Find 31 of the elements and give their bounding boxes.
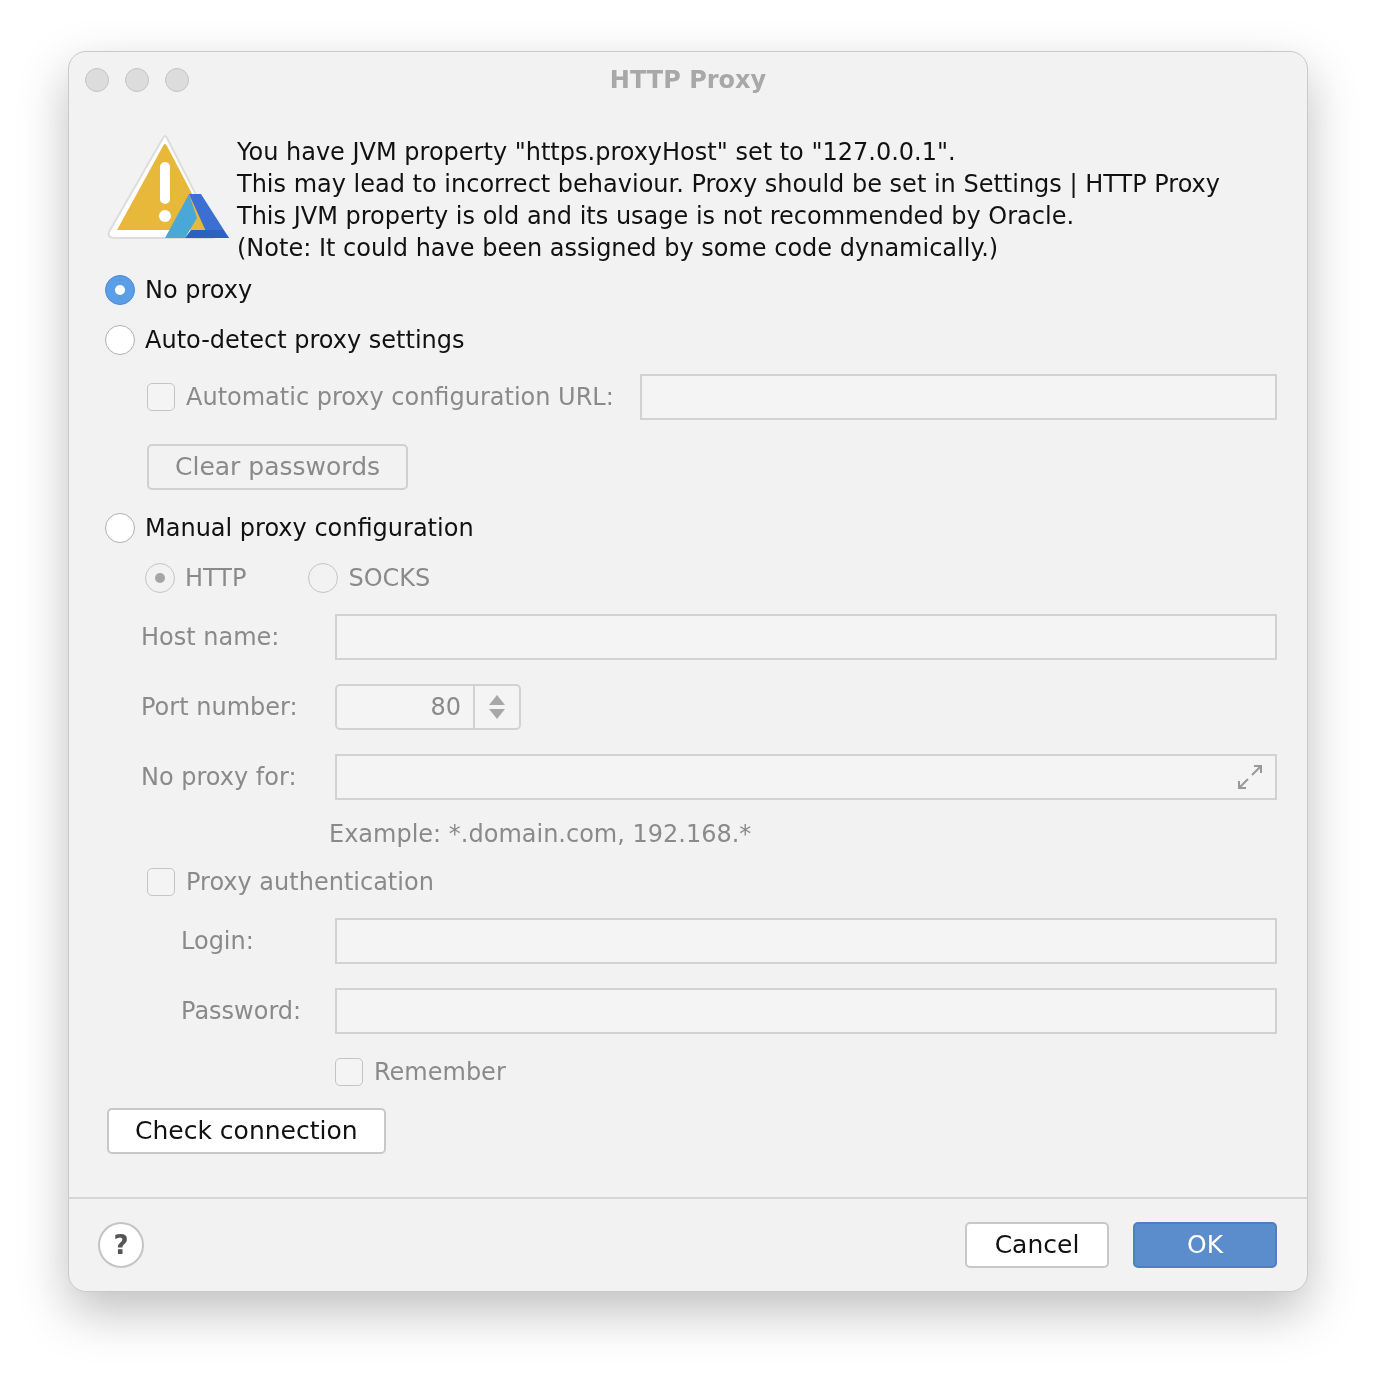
field-label: Port number: [141, 692, 299, 723]
cancel-button[interactable]: Cancel [965, 1222, 1109, 1268]
help-button[interactable]: ? [98, 1222, 144, 1268]
login-field[interactable] [335, 918, 1277, 964]
host-name-field[interactable] [335, 614, 1277, 660]
radio-button[interactable] [105, 325, 135, 355]
window-title: HTTP Proxy [609, 66, 767, 94]
password-field[interactable] [335, 988, 1277, 1034]
warning-text: This may lead to incorrect behaviour. Proxy should be set in Settings | HTTP Proxy [237, 169, 1220, 200]
no-proxy-for-field[interactable] [335, 754, 1277, 800]
url-field[interactable] [639, 374, 1277, 420]
field-label: Password: [181, 996, 303, 1027]
check-connection-button[interactable]: Check connection [107, 1108, 386, 1154]
window-control-button[interactable] [85, 68, 109, 92]
stepper-arrows-icon[interactable] [487, 693, 507, 721]
field-label: Login: [181, 926, 255, 957]
example-hint: Example: *.domain.com, 192.168.* [329, 819, 752, 850]
window-control-button[interactable] [125, 68, 149, 92]
ok-button[interactable]: OK [1133, 1222, 1277, 1268]
radio-button[interactable] [105, 275, 135, 305]
radio-button[interactable] [105, 513, 135, 543]
window-control-button[interactable] [165, 68, 189, 92]
expand-icon[interactable] [1237, 764, 1263, 790]
field-label: Host name: [141, 622, 281, 653]
warning-text: You have JVM property "https.proxyHost" set to "127.0.0.1". [237, 137, 957, 168]
radio-label[interactable]: Auto-detect proxy settings [145, 322, 465, 358]
warning-text: (Note: It could have been assigned by some code dynamically.) [237, 233, 1000, 264]
warning-text: This JVM property is old and its usage is not recommended by Oracle. [237, 201, 1076, 232]
radio-label[interactable]: No proxy [145, 272, 253, 308]
radio-label[interactable]: Manual proxy configuration [145, 510, 474, 546]
field-label: No proxy for: [141, 762, 298, 793]
